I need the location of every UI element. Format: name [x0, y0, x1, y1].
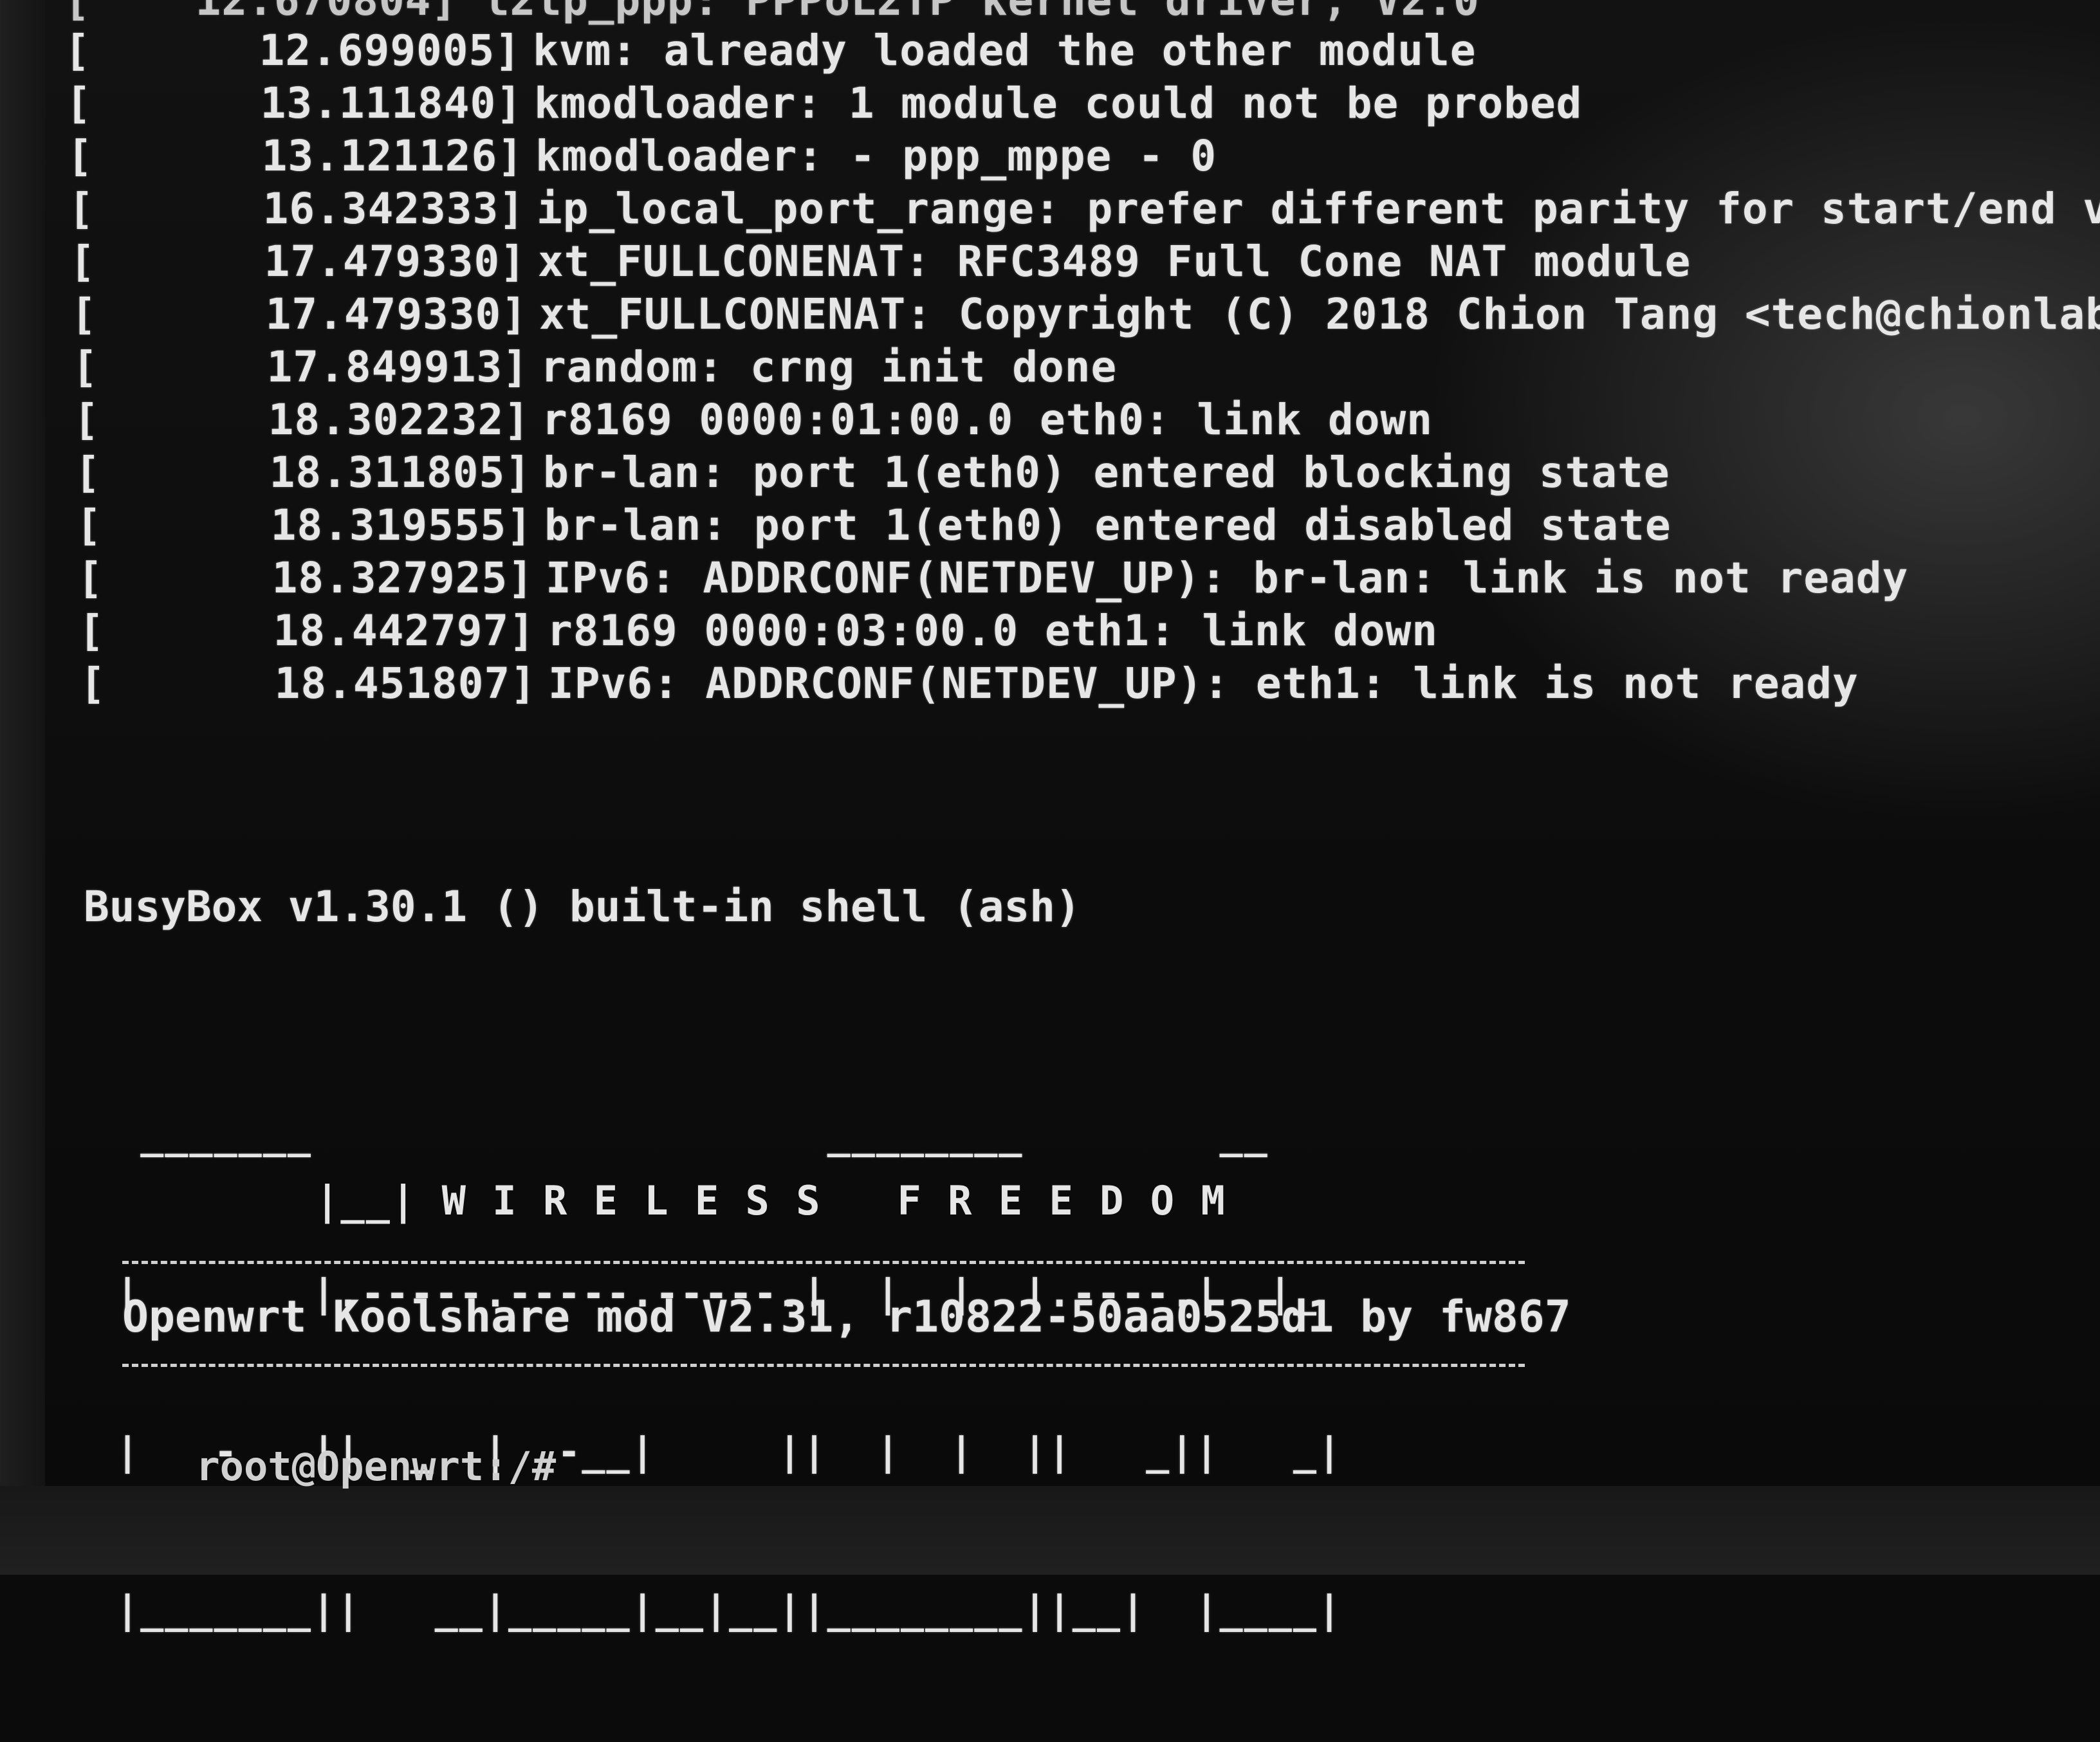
log-line: [17.479330] xt_FULLCONENAT: RFC3489 Full …	[69, 237, 1691, 287]
log-bracket: [	[78, 606, 105, 656]
log-message: r8169 0000:03:00.0 eth1: link down	[547, 606, 1439, 656]
log-timestamp: 18.302232]	[268, 395, 530, 445]
log-message: kmodloader: - ppp_mppe - 0	[535, 131, 1217, 181]
log-bracket: [	[77, 553, 104, 603]
log-timestamp: 18.311805]	[269, 448, 531, 497]
log-line: [18.319555] br-lan: port 1(eth0) entered …	[76, 500, 1672, 551]
log-bracket: [	[72, 342, 98, 392]
log-bracket: [	[76, 500, 102, 550]
logo-line: |_______|| __|_____|__|__||________||__|…	[116, 1588, 1343, 1633]
log-line: [18.311805] br-lan: port 1(eth0) entered …	[75, 448, 1670, 498]
log-line: [18.302232] r8169 0000:01:00.0 eth0: link…	[73, 395, 1433, 445]
log-timestamp: 17.479330]	[265, 289, 528, 339]
divider-bottom	[122, 1364, 1525, 1367]
log-line: [18.442797] r8169 0000:03:00.0 eth1: link…	[78, 606, 1438, 656]
log-line: [16.342333] ip_local_port_range: prefer d…	[68, 184, 2100, 234]
log-line: [12.699005] kvm: already loaded the other…	[64, 26, 1476, 76]
log-message: xt_FULLCONENAT: RFC3489 Full Cone NAT mo…	[538, 237, 1691, 286]
monitor-bezel-left	[0, 0, 45, 1575]
log-message: kvm: already loaded the other module	[533, 26, 1477, 75]
logo-tagline: |__| W I R E L E S S F R E E D O M	[315, 1177, 1226, 1224]
log-timestamp: 18.442797]	[273, 606, 535, 656]
busybox-banner: BusyBox v1.30.1 () built-in shell (ash)	[84, 882, 1081, 931]
log-bracket: [	[69, 237, 96, 286]
log-line: [13.121126] kmodloader: - ppp_mppe - 0	[67, 131, 1217, 181]
log-line: [13.111840] kmodloader: 1 module could no…	[66, 78, 1582, 129]
log-bracket: [	[80, 659, 106, 708]
log-message: br-lan: port 1(eth0) entered disabled st…	[544, 500, 1672, 550]
log-timestamp: 17.479330]	[264, 237, 526, 286]
log-timestamp: 13.121126]	[261, 131, 524, 181]
log-line: [18.327925] IPv6: ADDRCONF(NETDEV_UP): br…	[77, 553, 1908, 603]
openwrt-ascii-logo: _______ ________ __ | |.-----.-----.----…	[116, 1004, 1342, 1742]
log-message: ip_local_port_range: prefer different pa…	[537, 184, 2100, 234]
log-timestamp: 16.342333]	[262, 184, 525, 234]
log-line-partial: [ 12.670804] l2tp_ppp: PPPoL2TP kernel d…	[64, 0, 1480, 25]
log-message: br-lan: port 1(eth0) entered blocking st…	[543, 448, 1670, 497]
log-bracket: [	[71, 289, 97, 339]
log-bracket: [	[66, 78, 92, 128]
log-message: r8169 0000:01:00.0 eth0: link down	[542, 395, 1433, 445]
prompt-text: root@Openwrt:/#	[196, 1443, 557, 1490]
log-timestamp: 18.327925]	[272, 553, 534, 603]
log-message: random: crng init done	[540, 342, 1118, 392]
firmware-banner: Openwrt Koolshare mod V2.31, r10822-50aa…	[122, 1292, 1571, 1343]
shell-prompt[interactable]: root@Openwrt:/#	[100, 1389, 556, 1544]
logo-line: _______ ________ __	[116, 1113, 1269, 1158]
log-timestamp: 17.849913]	[266, 342, 529, 392]
log-bracket: [	[64, 26, 91, 75]
log-bracket: [	[73, 395, 100, 445]
log-message: IPv6: ADDRCONF(NETDEV_UP): br-lan: link …	[546, 553, 1909, 603]
log-timestamp: 13.111840]	[260, 78, 522, 128]
log-message: xt_FULLCONENAT: Copyright (C) 2018 Chion…	[539, 289, 2100, 339]
log-timestamp: 12.699005]	[259, 26, 521, 75]
log-line: [18.451807] IPv6: ADDRCONF(NETDEV_UP): et…	[80, 659, 1859, 709]
log-line: [17.849913] random: crng init done	[72, 342, 1117, 392]
log-message: IPv6: ADDRCONF(NETDEV_UP): eth1: link is…	[548, 659, 1859, 708]
log-line: [17.479330] xt_FULLCONENAT: Copyright (C)…	[71, 289, 2100, 340]
log-message: kmodloader: 1 module could not be probed	[534, 78, 1583, 128]
terminal-screen: [ 12.670804] l2tp_ppp: PPPoL2TP kernel d…	[45, 0, 2100, 1633]
divider-top	[122, 1261, 1525, 1264]
log-bracket: [	[67, 131, 93, 181]
log-bracket: [	[68, 184, 95, 234]
log-timestamp: 18.319555]	[270, 500, 533, 550]
log-bracket: [	[75, 448, 101, 497]
log-timestamp: 18.451807]	[274, 659, 537, 708]
